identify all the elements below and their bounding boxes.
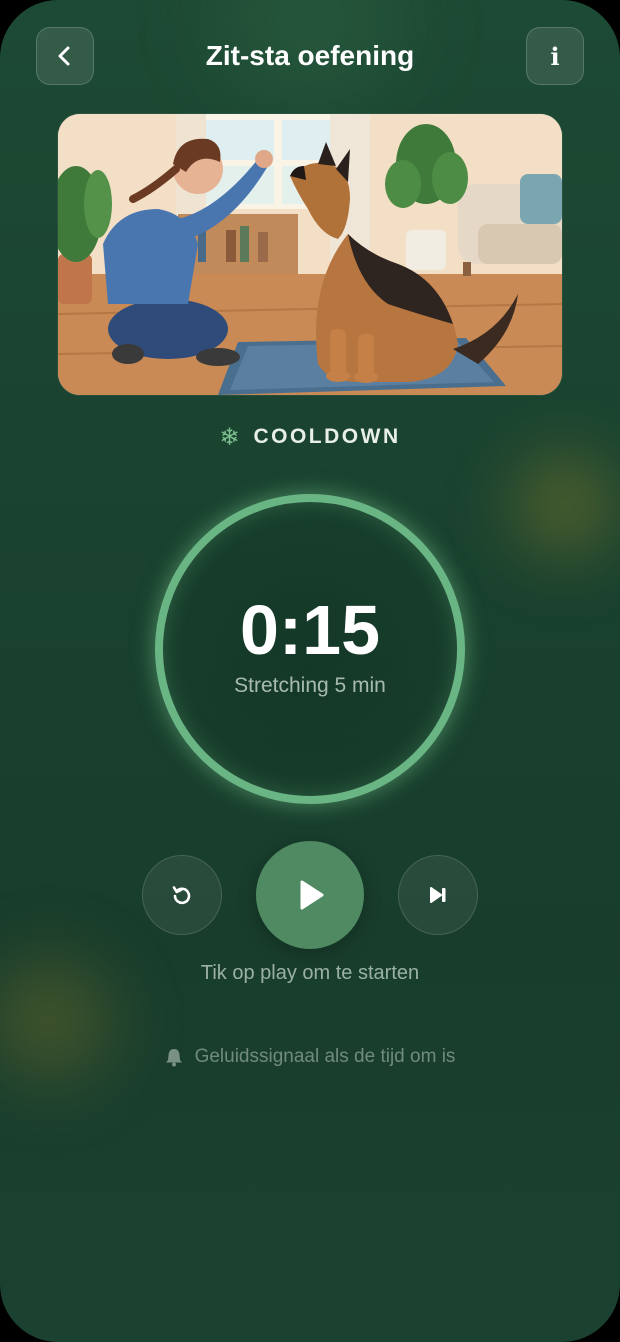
info-icon: i xyxy=(550,41,560,71)
timer-subtitle: Stretching 5 min xyxy=(234,674,386,697)
start-hint: Tik op play om te starten xyxy=(200,962,420,984)
play-icon xyxy=(300,880,324,910)
chevron-left-icon xyxy=(58,46,70,66)
phase-indicator: ❄ COOLDOWN xyxy=(0,422,620,452)
sound-signal-label: Geluidssignaal als de tijd om is xyxy=(194,1046,456,1067)
skip-next-icon xyxy=(430,887,446,903)
back-button[interactable] xyxy=(36,27,94,85)
reset-button[interactable] xyxy=(142,855,222,935)
background-glow xyxy=(490,430,620,580)
snowflake-icon: ❄ xyxy=(219,423,240,451)
timer-value: 0:15 xyxy=(239,591,381,669)
skip-button[interactable] xyxy=(398,855,478,935)
exercise-illustration xyxy=(58,114,562,395)
bell-icon xyxy=(165,1049,182,1067)
phase-label: COOLDOWN xyxy=(253,425,401,448)
page-title: Zit-sta oefening xyxy=(205,40,415,71)
info-button[interactable]: i xyxy=(526,27,584,85)
dog-training-illustration xyxy=(58,114,562,395)
restart-icon xyxy=(172,886,191,905)
sound-signal-note: Geluidssignaal als de tijd om is xyxy=(0,1046,620,1068)
timer-ring: 0:15 Stretching 5 min xyxy=(155,494,465,804)
screen: Zit-sta oefening i ❄ COOLDOWN 0:15 Stret… xyxy=(0,0,620,1342)
background-glow xyxy=(0,930,140,1110)
play-button[interactable] xyxy=(256,841,364,949)
